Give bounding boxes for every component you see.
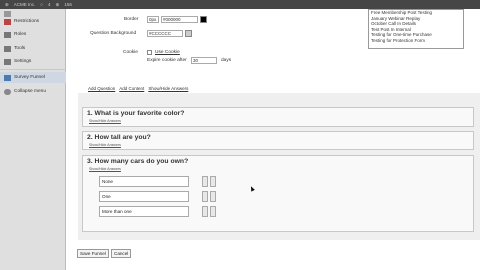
show-hide-answers-link[interactable]: Show/Hide Answers bbox=[89, 119, 121, 123]
save-funnel-button[interactable]: Save Funnel bbox=[77, 249, 109, 258]
expire-unit-label: days bbox=[221, 58, 232, 63]
show-hide-answers-link[interactable]: Show/Hide Answers bbox=[89, 143, 121, 147]
border-color-swatch[interactable] bbox=[200, 16, 207, 23]
question-toolbar: Add Question Add Content Show/Hide Answe… bbox=[88, 86, 192, 91]
sidebar-item-restrictions[interactable]: Restrictions bbox=[0, 16, 66, 27]
answer-reorder-controls[interactable] bbox=[202, 176, 220, 187]
comments-icon[interactable]: ○ bbox=[40, 2, 43, 7]
border-color-input[interactable]: #000000 bbox=[161, 16, 198, 23]
roles-icon bbox=[4, 31, 11, 38]
question-card-2[interactable]: 2. How tall are you? Show/Hide Answers bbox=[82, 131, 474, 150]
expire-cookie-label: Expire cookie after bbox=[147, 58, 187, 63]
answer-input[interactable]: More than one bbox=[99, 206, 189, 217]
add-content-link[interactable]: Add Content bbox=[119, 86, 144, 91]
add-question-link[interactable]: Add Question bbox=[88, 86, 115, 91]
admin-sidebar: Restrictions Roles Tools Settings Survey… bbox=[0, 9, 66, 270]
sidebar-item-label: Survey Funnel bbox=[14, 75, 45, 80]
cancel-button[interactable]: Cancel bbox=[111, 249, 132, 258]
list-item[interactable]: Testing for Protection Form bbox=[369, 38, 463, 44]
collapse-icon bbox=[4, 88, 11, 95]
question-title: 3. How many cars do you own? bbox=[87, 158, 189, 165]
sidebar-item-collapse[interactable]: Collapse menu bbox=[0, 86, 66, 97]
sidebar-item-label: Restrictions bbox=[14, 19, 40, 24]
answer-reorder-controls[interactable] bbox=[202, 206, 220, 217]
content-listbox[interactable]: Free Membership Post Testing January Web… bbox=[368, 9, 464, 49]
sidebar-item-tools[interactable]: Tools bbox=[0, 43, 66, 54]
sidebar-item-label: Roles bbox=[14, 32, 27, 37]
use-cookie-label: Use Cookie bbox=[155, 50, 180, 55]
sidebar-item-label: Collapse menu bbox=[14, 89, 46, 94]
settings-icon bbox=[4, 58, 11, 65]
updates-icon[interactable]: ⊕ bbox=[56, 2, 60, 8]
use-cookie-checkbox[interactable] bbox=[147, 50, 152, 55]
sidebar-divider bbox=[0, 69, 66, 70]
border-width-select[interactable]: 0px bbox=[147, 16, 159, 23]
arrow-down-icon[interactable] bbox=[210, 176, 216, 187]
sidebar-item-roles[interactable]: Roles bbox=[0, 29, 66, 40]
answer-reorder-controls[interactable] bbox=[202, 191, 220, 202]
question-card-3[interactable]: 3. How many cars do you own? Show/Hide A… bbox=[82, 155, 474, 232]
answer-input[interactable]: One bbox=[99, 191, 189, 202]
question-title: 2. How tall are you? bbox=[87, 134, 151, 141]
cookie-label: Cookie bbox=[123, 50, 138, 55]
sidebar-item-survey-funnel[interactable]: Survey Funnel bbox=[0, 72, 66, 83]
wordpress-logo-icon[interactable]: ⊕ bbox=[5, 2, 9, 8]
question-background-label: Question Background bbox=[90, 31, 137, 36]
updates-count[interactable]: 156 bbox=[64, 2, 72, 7]
question-background-input[interactable]: #CCCCCC bbox=[147, 30, 183, 37]
questions-panel: 1. What is your favorite color? Show/Hid… bbox=[78, 93, 480, 240]
site-name-link[interactable]: ACME Inc. bbox=[14, 2, 36, 7]
arrow-down-icon[interactable] bbox=[210, 206, 216, 217]
arrow-up-icon[interactable] bbox=[202, 191, 208, 202]
border-label: Border bbox=[124, 17, 139, 22]
answer-input[interactable]: None bbox=[99, 176, 189, 187]
show-hide-answers-link[interactable]: Show/Hide Answers bbox=[148, 86, 188, 91]
sidebar-item-label: Tools bbox=[14, 46, 26, 51]
sidebar-item-label: Settings bbox=[14, 59, 32, 64]
arrow-down-icon[interactable] bbox=[210, 191, 216, 202]
show-hide-answers-link[interactable]: Show/Hide Answers bbox=[89, 167, 121, 171]
tools-icon bbox=[4, 45, 11, 52]
admin-top-bar: ⊕ ACME Inc. ○ 4 ⊕ 156 bbox=[0, 0, 480, 9]
survey-funnel-icon bbox=[4, 74, 11, 81]
question-background-swatch[interactable] bbox=[185, 30, 192, 37]
question-card-1[interactable]: 1. What is your favorite color? Show/Hid… bbox=[82, 107, 474, 127]
arrow-up-icon[interactable] bbox=[202, 176, 208, 187]
restrictions-icon bbox=[4, 18, 11, 25]
comments-count[interactable]: 4 bbox=[48, 2, 51, 7]
expire-days-input[interactable]: 30 bbox=[191, 57, 217, 64]
question-title: 1. What is your favorite color? bbox=[87, 110, 185, 117]
main-content: Border 0px #000000 Question Background #… bbox=[66, 9, 480, 270]
arrow-up-icon[interactable] bbox=[202, 206, 208, 217]
sidebar-item-settings[interactable]: Settings bbox=[0, 56, 66, 67]
